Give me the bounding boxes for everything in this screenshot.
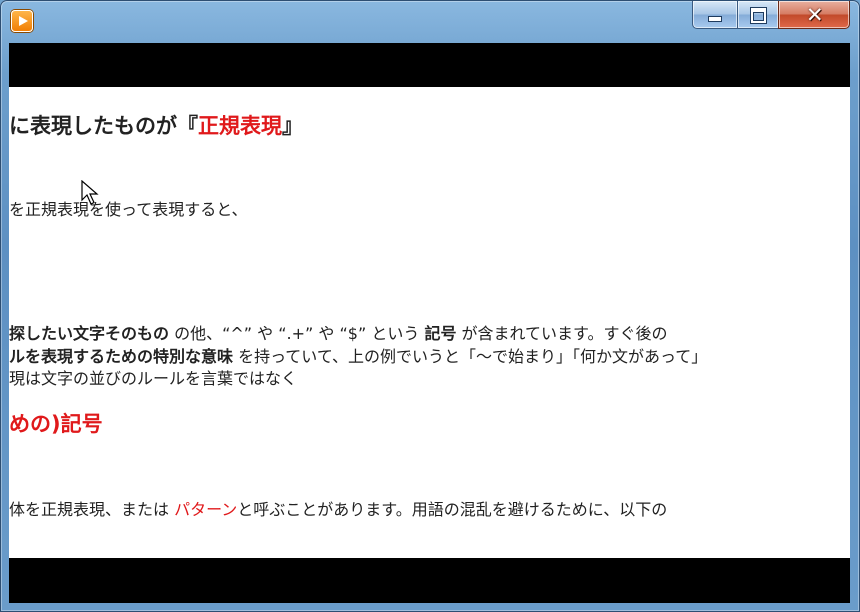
minimize-button[interactable] — [692, 1, 738, 29]
text-span: を持っていて、上の例でいうと「～で始まり」「何か文があって」 — [233, 347, 708, 366]
text-span: の他、“^” や “.+” や “$” という — [169, 324, 425, 343]
text-span: と呼ぶことがあります。用語の混乱を避けるために、以下の — [237, 500, 668, 519]
media-player-icon[interactable] — [11, 10, 33, 32]
paragraph-line: 探したい文字そのもの の他、“^” や “.+” や “$” という 記号 が含… — [9, 320, 667, 344]
bold-text: 探したい文字そのもの — [9, 324, 170, 343]
title-bar[interactable]: ✕ — [0, 0, 860, 40]
slide-frame: に表現したものが『正規表現』 を正規表現を使って表現すると、 探したい文字そのも… — [9, 87, 850, 558]
text-span: 体を正規表現、または — [9, 500, 175, 519]
close-button[interactable]: ✕ — [778, 1, 850, 29]
text-line: を正規表現を使って表現すると、 — [9, 200, 248, 219]
text-span: が含まれています。すぐ後の — [456, 324, 668, 343]
heading-text: に表現したものが『 — [9, 114, 198, 138]
close-icon: ✕ — [806, 3, 824, 27]
maximize-icon — [751, 8, 766, 23]
paragraph-line: ルを表現するための特別な意味 を持っていて、上の例でいうと「～で始まり」「何か文… — [9, 343, 707, 367]
paragraph-line: 現は文字の並びのルールを言葉ではなく — [9, 369, 298, 388]
heading-highlight: 正規表現 — [198, 114, 282, 138]
maximize-button[interactable] — [737, 1, 779, 29]
minimize-icon — [709, 17, 721, 21]
bold-text: 記号 — [424, 324, 457, 343]
subheading: めの)記号 — [9, 412, 103, 436]
bold-text: ルを表現するための特別な意味 — [9, 347, 234, 366]
heading-bracket: 』 — [282, 114, 303, 138]
app-window: ✕ に表現したものが『正規表現』 を正規表現を使って表現すると、 探したい文字そ… — [0, 0, 860, 612]
paragraph-line: 体を正規表現、または パターンと呼ぶことがあります。用語の混乱を避けるために、以… — [9, 496, 667, 520]
video-area[interactable]: に表現したものが『正規表現』 を正規表現を使って表現すると、 探したい文字そのも… — [9, 43, 850, 603]
heading-regex: に表現したものが『正規表現』 — [9, 110, 303, 140]
highlight-text: パターン — [174, 500, 238, 519]
